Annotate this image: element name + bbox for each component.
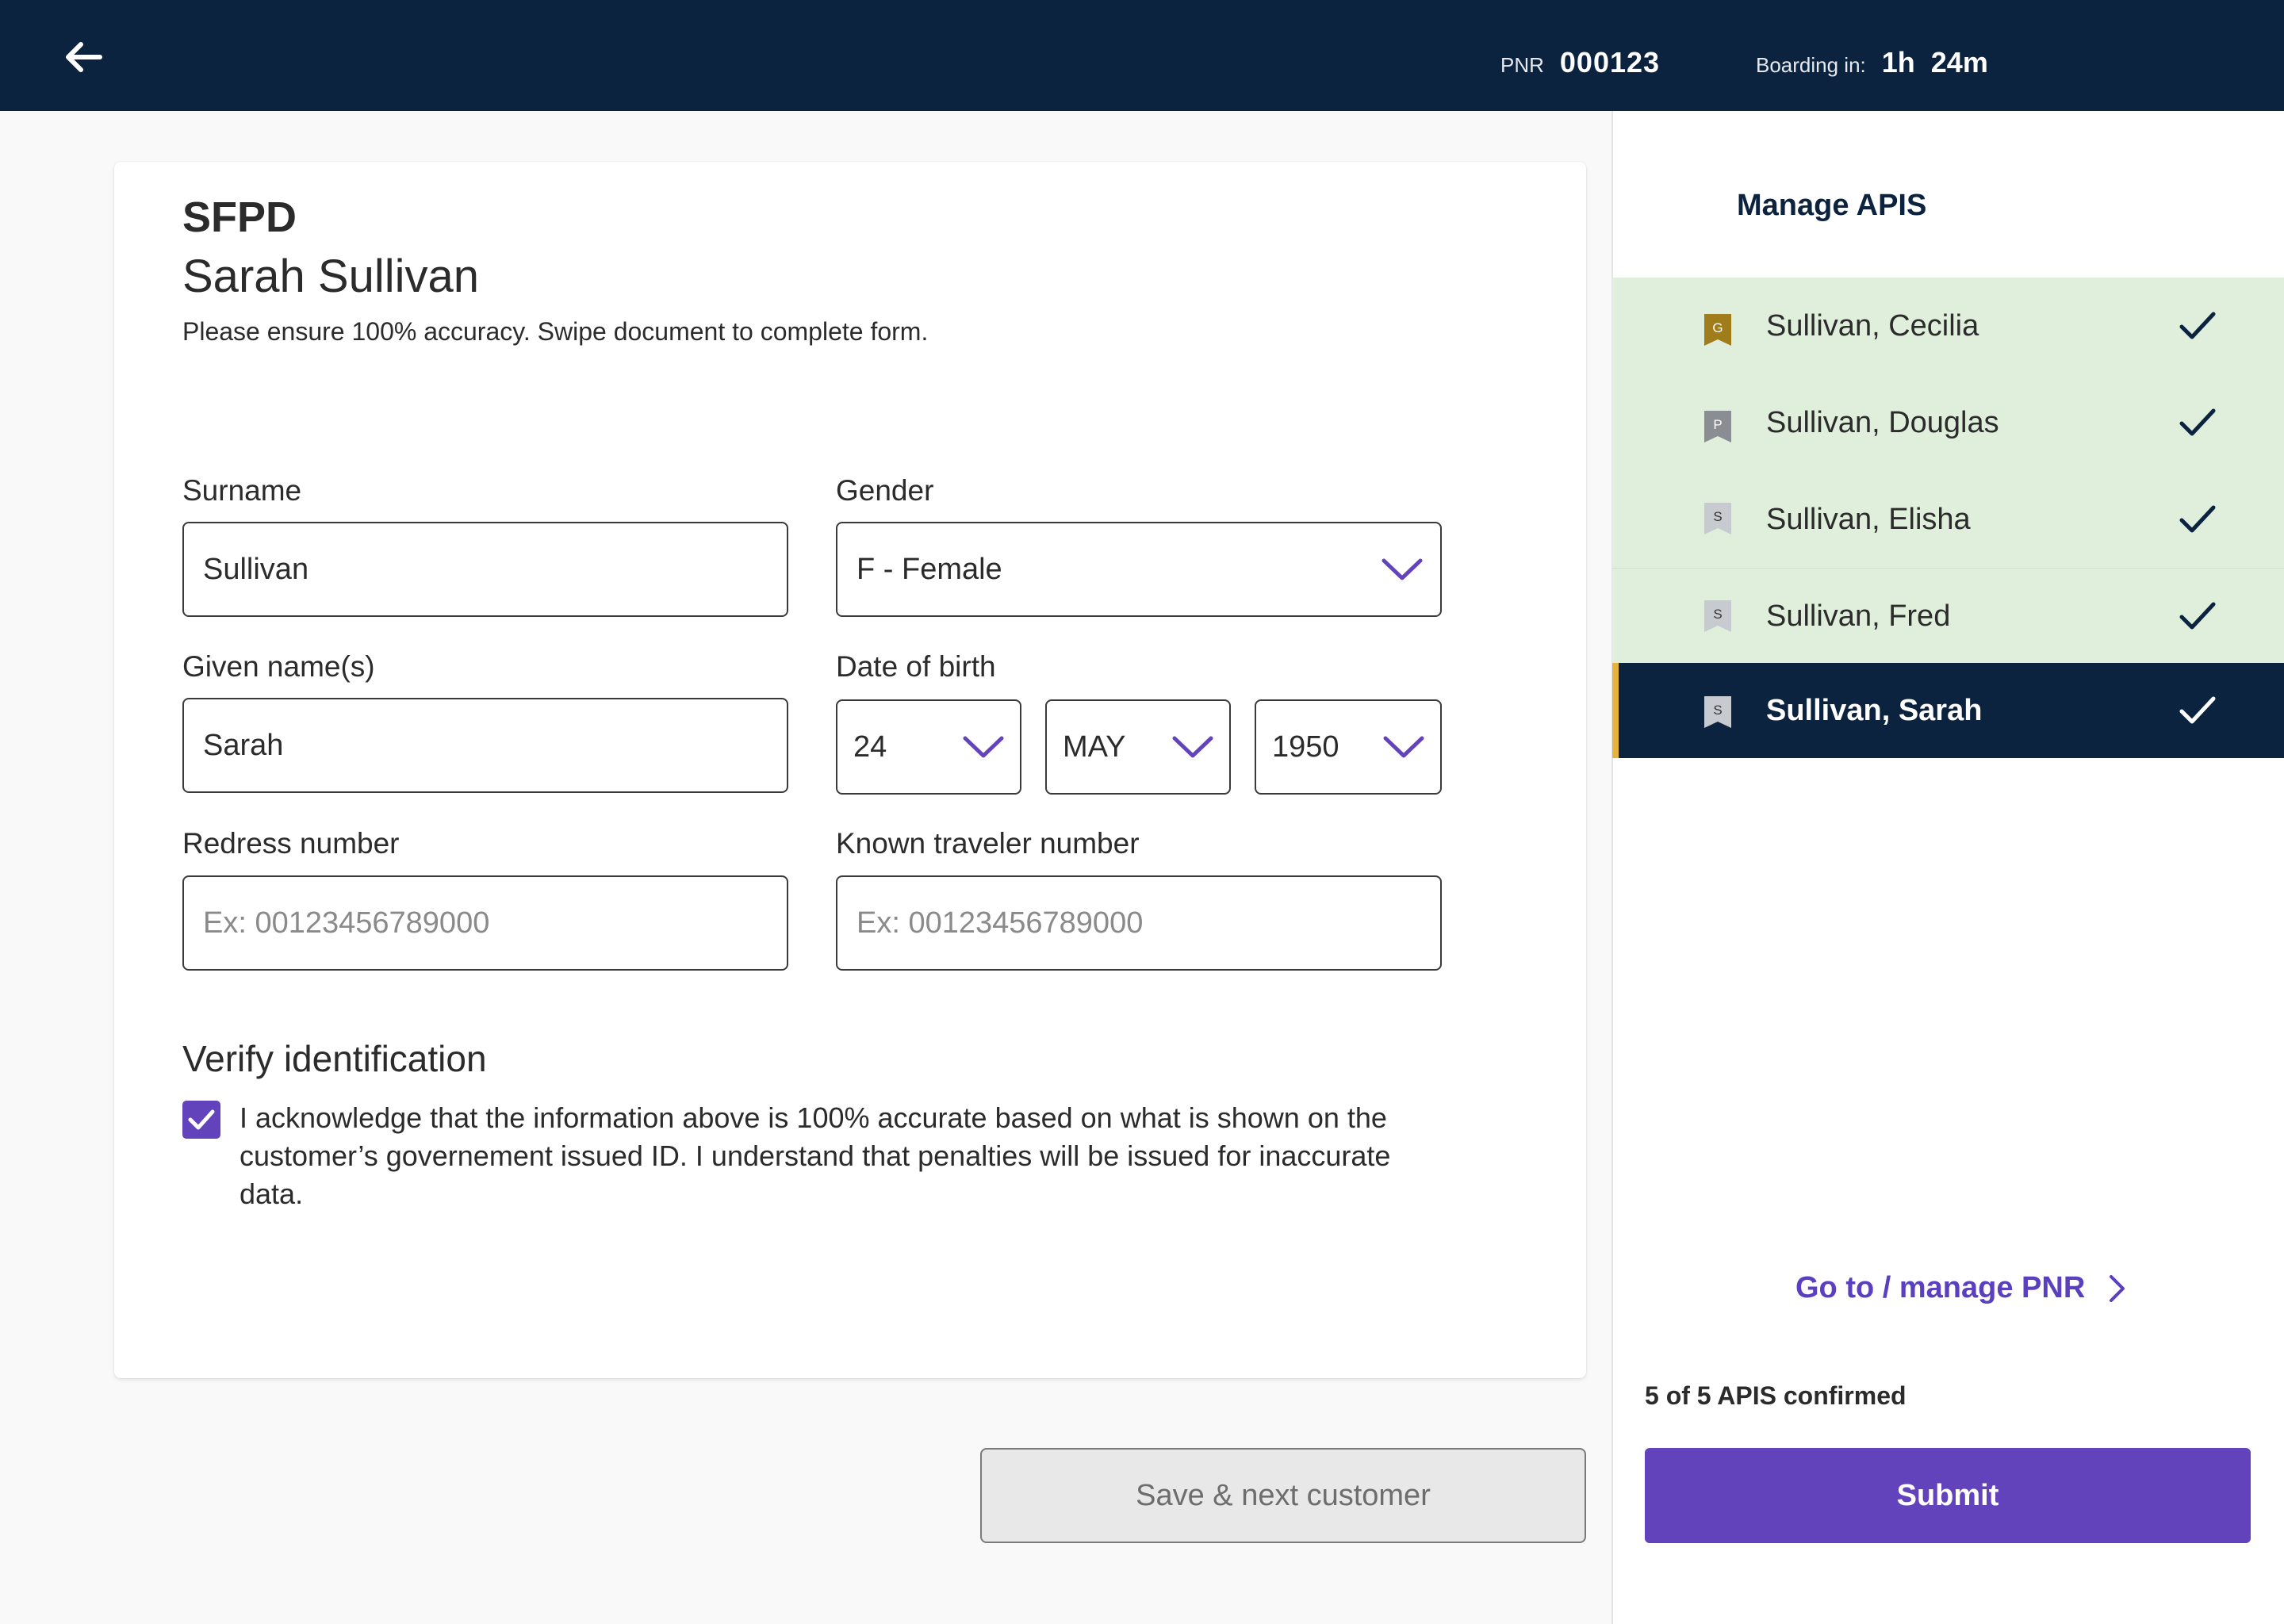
badge-letter: P: [1713, 417, 1722, 432]
gender-select[interactable]: F - Female: [836, 522, 1442, 617]
chevron-right-icon: [2109, 1274, 2126, 1303]
pnr-value: 000123: [1559, 46, 1661, 79]
surname-label: Surname: [182, 474, 302, 507]
arrow-left-icon: [66, 42, 102, 72]
badge-letter: S: [1713, 607, 1722, 622]
silver-tier-badge-icon: S: [1704, 696, 1731, 728]
panel-title: Manage APIS: [1737, 189, 1927, 222]
silver-tier-badge-icon: S: [1704, 600, 1731, 632]
chevron-down-icon: [1383, 735, 1424, 759]
redress-label: Redress number: [182, 827, 400, 860]
check-icon: [2179, 408, 2216, 436]
passenger-row-douglas[interactable]: P Sullivan, Douglas: [1612, 374, 2284, 471]
apis-confirmed-status: 5 of 5 APIS confirmed: [1645, 1381, 1907, 1410]
silver-tier-badge-icon: S: [1704, 503, 1731, 534]
boarding-info: Boarding in: 1h 24m: [1756, 46, 1988, 79]
passenger-name: Sullivan, Elisha: [1766, 502, 1971, 536]
badge-letter: G: [1712, 320, 1723, 335]
passenger-row-fred[interactable]: S Sullivan, Fred: [1612, 568, 2284, 664]
passenger-name: Sullivan, Sarah: [1766, 693, 1983, 727]
selected-indicator: [1612, 663, 1619, 758]
redress-number-field[interactable]: Ex: 00123456789000: [182, 875, 788, 971]
document-code: SFPD: [182, 193, 297, 241]
manage-pnr-link[interactable]: Go to / manage PNR: [1795, 1271, 2126, 1305]
manage-pnr-label: Go to / manage PNR: [1795, 1271, 2086, 1304]
chevron-down-icon: [1172, 735, 1213, 759]
check-icon: [2179, 602, 2216, 630]
given-names-value: Sarah: [203, 728, 284, 762]
known-traveler-label: Known traveler number: [836, 827, 1140, 860]
check-icon: [2179, 696, 2216, 724]
gold-tier-badge-icon: G: [1704, 314, 1731, 346]
dob-month-select[interactable]: MAY: [1045, 699, 1231, 795]
date-of-birth-label: Date of birth: [836, 650, 996, 683]
passenger-name: Sullivan, Douglas: [1766, 405, 1999, 439]
dob-year-value: 1950: [1272, 730, 1339, 764]
dob-year-select[interactable]: 1950: [1255, 699, 1442, 795]
check-icon: [2179, 312, 2216, 339]
top-bar: PNR 000123 Boarding in: 1h 24m: [0, 0, 2284, 111]
acknowledgement-text: I acknowledge that the information above…: [240, 1101, 1391, 1210]
boarding-label: Boarding in:: [1756, 53, 1866, 77]
chevron-down-icon: [1382, 557, 1423, 581]
given-names-label: Given name(s): [182, 650, 375, 683]
dob-day-select[interactable]: 24: [836, 699, 1021, 795]
passenger-row-cecilia[interactable]: G Sullivan, Cecilia: [1612, 278, 2284, 374]
passenger-name: Sullivan, Fred: [1766, 599, 1951, 633]
surname-field[interactable]: Sullivan: [182, 522, 788, 617]
known-traveler-placeholder: Ex: 00123456789000: [856, 906, 1144, 940]
given-names-field[interactable]: Sarah: [182, 698, 788, 793]
badge-letter: S: [1713, 703, 1722, 718]
passenger-row-elisha[interactable]: S Sullivan, Elisha: [1612, 471, 2284, 568]
surname-value: Sullivan: [203, 552, 309, 586]
boarding-time: 1h 24m: [1881, 46, 1988, 79]
save-next-customer-button[interactable]: Save & next customer: [980, 1448, 1586, 1543]
pnr-info: PNR 000123: [1500, 46, 1660, 79]
passenger-name: Sarah Sullivan: [182, 251, 479, 302]
pnr-label: PNR: [1500, 53, 1544, 77]
acknowledge-checkbox[interactable]: [182, 1101, 220, 1139]
gender-value: F - Female: [856, 552, 1002, 586]
submit-button[interactable]: Submit: [1645, 1448, 2251, 1543]
back-button[interactable]: [56, 32, 111, 82]
check-icon: [2179, 505, 2216, 533]
passenger-name: Sullivan, Cecilia: [1766, 308, 1979, 343]
passenger-row-sarah-selected[interactable]: S Sullivan, Sarah: [1612, 663, 2284, 758]
dob-month-value: MAY: [1063, 730, 1126, 764]
redress-placeholder: Ex: 00123456789000: [203, 906, 490, 940]
known-traveler-field[interactable]: Ex: 00123456789000: [836, 875, 1442, 971]
chevron-down-icon: [963, 735, 1004, 759]
gender-label: Gender: [836, 474, 934, 507]
form-instructions: Please ensure 100% accuracy. Swipe docum…: [182, 317, 929, 346]
verify-identification-heading: Verify identification: [182, 1038, 487, 1079]
badge-letter: S: [1713, 509, 1722, 524]
checkmark-icon: [188, 1109, 215, 1130]
platinum-tier-badge-icon: P: [1704, 411, 1731, 442]
dob-day-value: 24: [853, 730, 887, 764]
